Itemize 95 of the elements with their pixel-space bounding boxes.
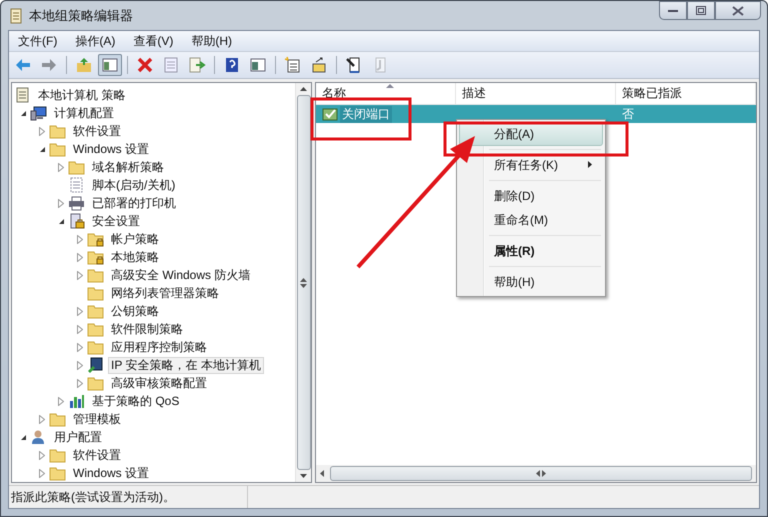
scroll-left-icon[interactable] [320, 470, 324, 477]
expand-arrow-icon[interactable] [77, 306, 83, 316]
tree-item[interactable]: 管理模板 [70, 410, 124, 428]
vertical-scrollbar[interactable] [295, 83, 311, 482]
printer-icon [68, 195, 85, 211]
menu-item[interactable]: 帮助(H) [182, 32, 241, 50]
window-title: 本地组策略编辑器 [29, 6, 133, 24]
horizontal-scrollbar[interactable] [316, 465, 756, 482]
tree-item[interactable]: 软件设置 [70, 446, 124, 464]
tree-item[interactable]: IP 安全策略，在 本地计算机 [108, 356, 264, 374]
expand-arrow-icon[interactable] [77, 234, 83, 244]
folder-icon [49, 465, 66, 481]
folder-icon [87, 375, 104, 391]
column-header[interactable]: 描述 [456, 83, 616, 104]
expand-arrow-icon[interactable] [58, 198, 64, 208]
document-icon [14, 87, 31, 103]
folder-icon [87, 339, 104, 355]
folder-icon [49, 123, 66, 139]
tree-item[interactable]: 软件设置 [70, 122, 124, 140]
tree-item[interactable]: 本地策略 [108, 248, 162, 266]
tree-item[interactable]: Windows 设置 [70, 140, 152, 158]
maximize-icon [696, 6, 706, 15]
user-icon [30, 429, 47, 445]
script-icon [68, 177, 85, 193]
menu-item[interactable]: 属性(R) [459, 239, 603, 263]
tree-item[interactable]: 公钥策略 [108, 302, 162, 320]
menu-item[interactable]: 操作(A) [66, 32, 124, 50]
tree-item[interactable]: 基于策略的 QoS [89, 392, 182, 410]
locked-folder-icon [87, 249, 104, 265]
grip-icon [300, 276, 307, 288]
tree-item[interactable]: 帐户策略 [108, 230, 162, 248]
status-text: 指派此策略(尝试设置为活动)。 [10, 488, 176, 506]
folder-icon [87, 285, 104, 301]
close-button[interactable] [715, 1, 761, 20]
tree-item[interactable]: 高级审核策略配置 [108, 374, 210, 392]
scroll-down-icon[interactable] [300, 474, 307, 478]
notepad-icon [9, 8, 23, 24]
policy-check-icon [322, 107, 338, 121]
tree-item[interactable]: 本地计算机 策略 [35, 86, 128, 104]
folder-icon [87, 303, 104, 319]
maximize-button[interactable] [687, 1, 715, 20]
folder-icon [49, 411, 66, 427]
expand-arrow-icon[interactable] [77, 342, 83, 352]
collapse-arrow-icon[interactable] [38, 146, 46, 152]
bar-chart-icon [68, 393, 85, 409]
expand-arrow-icon[interactable] [39, 414, 45, 424]
tree-item[interactable]: 应用程序控制策略 [108, 338, 210, 356]
folder-icon [87, 321, 104, 337]
expand-arrow-icon[interactable] [77, 360, 83, 370]
computer-icon [30, 105, 47, 121]
expand-arrow-icon[interactable] [77, 378, 83, 388]
table-cell: 否 [622, 106, 634, 122]
tree-item[interactable]: 域名解析策略 [89, 158, 167, 176]
menu-item[interactable]: 帮助(H) [459, 270, 603, 294]
tree-item[interactable]: 软件限制策略 [108, 320, 186, 338]
expand-arrow-icon[interactable] [58, 396, 64, 406]
column-header[interactable]: 策略已指派 [616, 83, 756, 104]
tree-item[interactable]: 网络列表管理器策略 [108, 284, 222, 302]
expand-arrow-icon[interactable] [77, 324, 83, 334]
scroll-up-icon[interactable] [300, 87, 307, 91]
folder-icon [49, 141, 66, 157]
expand-arrow-icon[interactable] [58, 162, 64, 172]
network-computer-icon [87, 357, 104, 373]
collapse-arrow-icon[interactable] [20, 434, 26, 440]
folder-icon [49, 447, 66, 463]
table-row[interactable]: 关闭端口 否 [316, 105, 756, 123]
folder-icon [87, 267, 104, 283]
menu-item[interactable]: 所有任务(K) [459, 153, 603, 177]
collapse-arrow-icon[interactable] [58, 218, 64, 224]
menu-item[interactable]: 删除(D) [459, 184, 603, 208]
tree-item[interactable]: 脚本(启动/关机) [89, 176, 178, 194]
expand-arrow-icon[interactable] [77, 270, 83, 280]
menu-item[interactable]: 重命名(M) [459, 208, 603, 232]
expand-arrow-icon[interactable] [77, 252, 83, 262]
tree-item[interactable]: Windows 设置 [70, 464, 152, 482]
tree-item[interactable]: 已部署的打印机 [89, 194, 179, 212]
tree-item[interactable]: 安全设置 [89, 212, 143, 230]
panel-icon[interactable] [98, 54, 122, 76]
menu-item[interactable]: 查看(V) [124, 32, 182, 50]
shield-lock-icon [68, 213, 85, 229]
expand-arrow-icon[interactable] [39, 468, 45, 478]
minimize-icon [668, 8, 678, 12]
tree-item[interactable]: 计算机配置 [51, 104, 117, 122]
collapse-arrow-icon[interactable] [20, 110, 26, 116]
folder-icon [68, 159, 85, 175]
minimize-button[interactable] [659, 1, 687, 20]
grip-icon [535, 470, 547, 477]
expand-arrow-icon[interactable] [39, 450, 45, 460]
expand-arrow-icon[interactable] [39, 126, 45, 136]
tree-item[interactable]: 高级安全 Windows 防火墙 [108, 266, 254, 284]
table-cell: 关闭端口 [340, 106, 392, 122]
tree-item[interactable]: 用户配置 [51, 428, 105, 446]
locked-folder-icon [87, 231, 104, 247]
menu-item[interactable]: 文件(F) [9, 32, 66, 50]
close-icon [732, 6, 744, 16]
